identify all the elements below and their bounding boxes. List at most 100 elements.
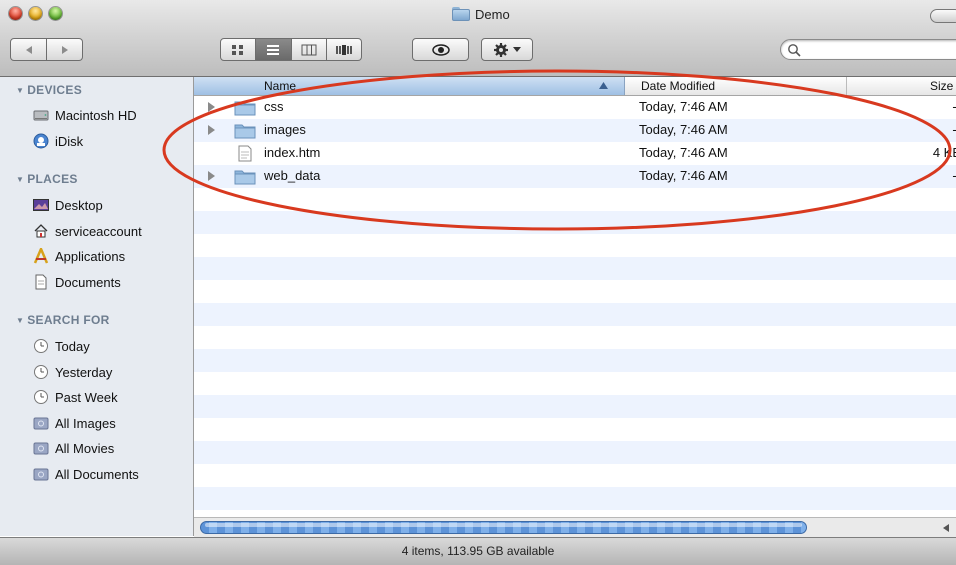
home-icon xyxy=(33,223,49,239)
sort-ascending-icon xyxy=(599,82,608,89)
file-list: Name Date Modified Size css Today, 7:46 A… xyxy=(194,77,956,517)
empty-row xyxy=(194,372,956,395)
hard-drive-icon xyxy=(33,107,49,123)
sidebar-item-past-week[interactable]: Past Week xyxy=(33,387,118,407)
date-modified: Today, 7:46 AM xyxy=(639,122,728,137)
sidebar-item-desktop[interactable]: Desktop xyxy=(33,195,103,215)
status-bar: 4 items, 113.95 GB available xyxy=(0,537,956,565)
sidebar-section-devices[interactable]: ▼ DEVICES xyxy=(16,83,82,97)
sidebar-item-macintosh-hd[interactable]: Macintosh HD xyxy=(33,105,137,125)
empty-row xyxy=(194,464,956,487)
disclosure-triangle-icon: ▼ xyxy=(16,86,25,95)
sidebar: ▼ DEVICES Macintosh HD iDisk ▼ PLACES Desk… xyxy=(0,77,194,536)
search-input[interactable] xyxy=(805,41,949,59)
file-size: -- xyxy=(921,99,956,114)
smart-folder-icon xyxy=(33,440,49,456)
table-row[interactable]: css Today, 7:46 AM -- xyxy=(194,96,956,119)
icon-view-icon xyxy=(232,44,244,55)
desktop-icon xyxy=(33,197,49,213)
sidebar-item-serviceaccount[interactable]: serviceaccount xyxy=(33,221,142,241)
column-header-size[interactable]: Size xyxy=(930,79,953,93)
file-name: css xyxy=(264,99,284,114)
file-name: web_data xyxy=(264,168,321,183)
sidebar-item-idisk[interactable]: iDisk xyxy=(33,131,83,151)
window-title-text: Demo xyxy=(475,6,510,22)
column-view-icon xyxy=(301,44,317,55)
scrollbar-thumb[interactable] xyxy=(200,521,807,534)
folder-icon xyxy=(234,101,256,116)
cover-flow-button[interactable] xyxy=(326,38,362,61)
sidebar-item-all-images[interactable]: All Images xyxy=(33,413,116,433)
clock-icon xyxy=(33,338,49,354)
empty-row xyxy=(194,188,956,211)
documents-icon xyxy=(33,274,49,290)
empty-row xyxy=(194,280,956,303)
back-arrow-icon xyxy=(25,45,32,54)
arrow-left-icon xyxy=(943,523,949,532)
title-toolbar: Demo xyxy=(0,0,956,77)
icon-view-button[interactable] xyxy=(220,38,257,61)
folder-icon xyxy=(452,7,470,21)
idisk-icon xyxy=(33,133,49,149)
smart-folder-icon xyxy=(33,415,49,431)
sidebar-item-applications[interactable]: Applications xyxy=(33,245,125,266)
column-header-date-modified[interactable]: Date Modified xyxy=(641,77,847,95)
empty-row xyxy=(194,441,956,464)
table-row[interactable]: images Today, 7:46 AM -- xyxy=(194,119,956,142)
folder-icon xyxy=(234,124,256,139)
column-view-button[interactable] xyxy=(291,38,327,61)
date-modified: Today, 7:46 AM xyxy=(639,168,728,183)
quick-look-button[interactable] xyxy=(412,38,469,61)
file-size: -- xyxy=(921,168,956,183)
search-icon xyxy=(788,44,801,57)
date-modified: Today, 7:46 AM xyxy=(639,145,728,160)
table-row[interactable]: index.htm Today, 7:46 AM 4 KB xyxy=(194,142,956,165)
folder-icon xyxy=(234,170,256,185)
table-row[interactable]: web_data Today, 7:46 AM -- xyxy=(194,165,956,188)
sidebar-section-search-for[interactable]: ▼ SEARCH FOR xyxy=(16,313,110,327)
list-header: Name Date Modified Size xyxy=(194,77,956,96)
forward-button[interactable] xyxy=(47,38,83,61)
empty-row xyxy=(194,303,956,326)
back-forward-control xyxy=(10,38,83,61)
sidebar-item-all-movies[interactable]: All Movies xyxy=(33,438,114,458)
list-view-button[interactable] xyxy=(256,38,292,61)
minimize-button[interactable] xyxy=(29,7,42,20)
date-modified: Today, 7:46 AM xyxy=(639,99,728,114)
empty-row xyxy=(194,257,956,280)
empty-row xyxy=(194,395,956,418)
horizontal-scrollbar[interactable] xyxy=(194,517,956,537)
sidebar-item-documents[interactable]: Documents xyxy=(33,272,121,292)
disclosure-triangle-icon: ▼ xyxy=(16,316,25,325)
eye-icon xyxy=(431,43,450,56)
search-field[interactable] xyxy=(780,39,956,60)
file-size: 4 KB xyxy=(932,145,956,160)
scroll-left-button[interactable] xyxy=(935,520,956,535)
sidebar-item-today[interactable]: Today xyxy=(33,336,90,356)
toolbar-toggle-button[interactable] xyxy=(930,9,956,23)
empty-row xyxy=(194,211,956,234)
empty-row xyxy=(194,349,956,372)
list-view-icon xyxy=(267,44,280,55)
disclosure-triangle-icon[interactable] xyxy=(208,102,215,112)
action-menu-button[interactable] xyxy=(481,38,533,61)
disclosure-triangle-icon[interactable] xyxy=(208,125,215,135)
clock-icon xyxy=(33,389,49,405)
close-button[interactable] xyxy=(9,7,22,20)
gear-icon xyxy=(494,42,508,57)
disclosure-triangle-icon[interactable] xyxy=(208,171,215,181)
smart-folder-icon xyxy=(33,466,49,482)
finder-window: Demo ▼ DEVICES Macintosh HD iDisk ▼ PLAC… xyxy=(0,0,956,565)
column-label-name: Name xyxy=(264,79,297,93)
sidebar-item-all-documents[interactable]: All Documents xyxy=(33,464,139,484)
back-button[interactable] xyxy=(10,38,47,61)
forward-arrow-icon xyxy=(61,45,68,54)
zoom-button[interactable] xyxy=(49,7,62,20)
sidebar-section-places[interactable]: ▼ PLACES xyxy=(16,172,78,186)
document-icon xyxy=(238,145,252,162)
sidebar-item-yesterday[interactable]: Yesterday xyxy=(33,362,112,382)
cover-flow-icon xyxy=(335,44,352,55)
file-name: index.htm xyxy=(264,145,321,160)
column-header-name[interactable] xyxy=(194,77,625,95)
empty-row xyxy=(194,234,956,257)
